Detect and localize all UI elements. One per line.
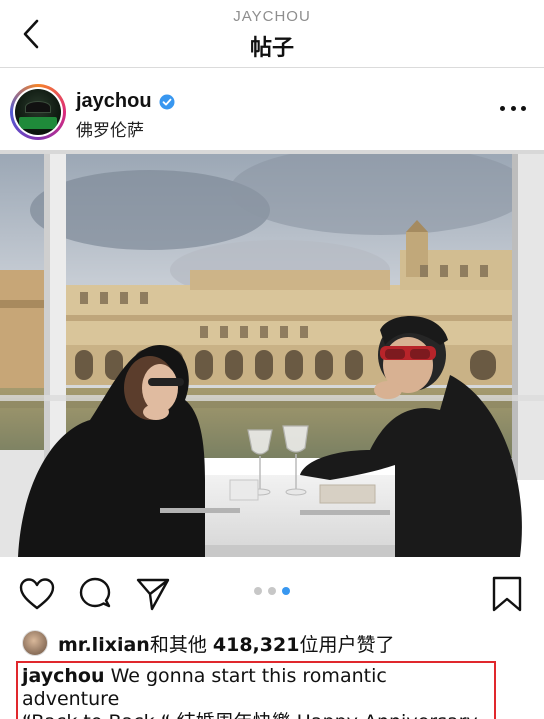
caption-username[interactable]: jaychou xyxy=(22,665,105,687)
caption-line-2: “Back to Back “ 結婚周年快樂 Happy Anniversary xyxy=(22,711,490,719)
caption-highlight: jaychou We gonna start this romantic adv… xyxy=(16,661,496,719)
post-header: jaychou 佛罗伦萨 xyxy=(0,68,544,150)
likes-text: mr.lixian和其他 418,321位用户赞了 xyxy=(58,630,394,657)
more-dot-icon xyxy=(500,105,505,111)
carousel-dot-active xyxy=(282,587,290,595)
caption-line-1: jaychou We gonna start this romantic adv… xyxy=(22,665,490,711)
page-title: 帖子 xyxy=(249,36,294,61)
carousel-dot xyxy=(268,587,276,595)
post-photo[interactable] xyxy=(0,150,544,557)
share-icon[interactable] xyxy=(134,575,172,613)
bookmark-icon[interactable] xyxy=(488,575,526,613)
avatar xyxy=(15,89,61,135)
heart-icon[interactable] xyxy=(18,575,56,613)
more-dot-icon xyxy=(521,105,526,111)
story-ring[interactable] xyxy=(10,84,66,140)
comment-icon[interactable] xyxy=(76,575,114,613)
carousel-dot xyxy=(254,587,262,595)
likes-count: 418,321 xyxy=(212,633,300,656)
likes-row[interactable]: mr.lixian和其他 418,321位用户赞了 xyxy=(22,628,394,658)
likes-connector: 和其他 xyxy=(149,633,207,656)
post-location[interactable]: 佛罗伦萨 xyxy=(76,116,144,141)
more-options-button[interactable] xyxy=(500,98,526,118)
more-dot-icon xyxy=(510,105,516,111)
header-account-name: JAYCHOU xyxy=(233,8,311,25)
liker-username[interactable]: mr.lixian xyxy=(58,634,150,656)
top-bar: JAYCHOU 帖子 xyxy=(0,0,544,68)
carousel-indicator xyxy=(254,587,290,595)
likes-suffix: 位用户赞了 xyxy=(299,633,395,656)
liker-avatar xyxy=(22,630,48,656)
post-username[interactable]: jaychou xyxy=(76,90,152,113)
verified-badge-icon xyxy=(159,94,175,110)
